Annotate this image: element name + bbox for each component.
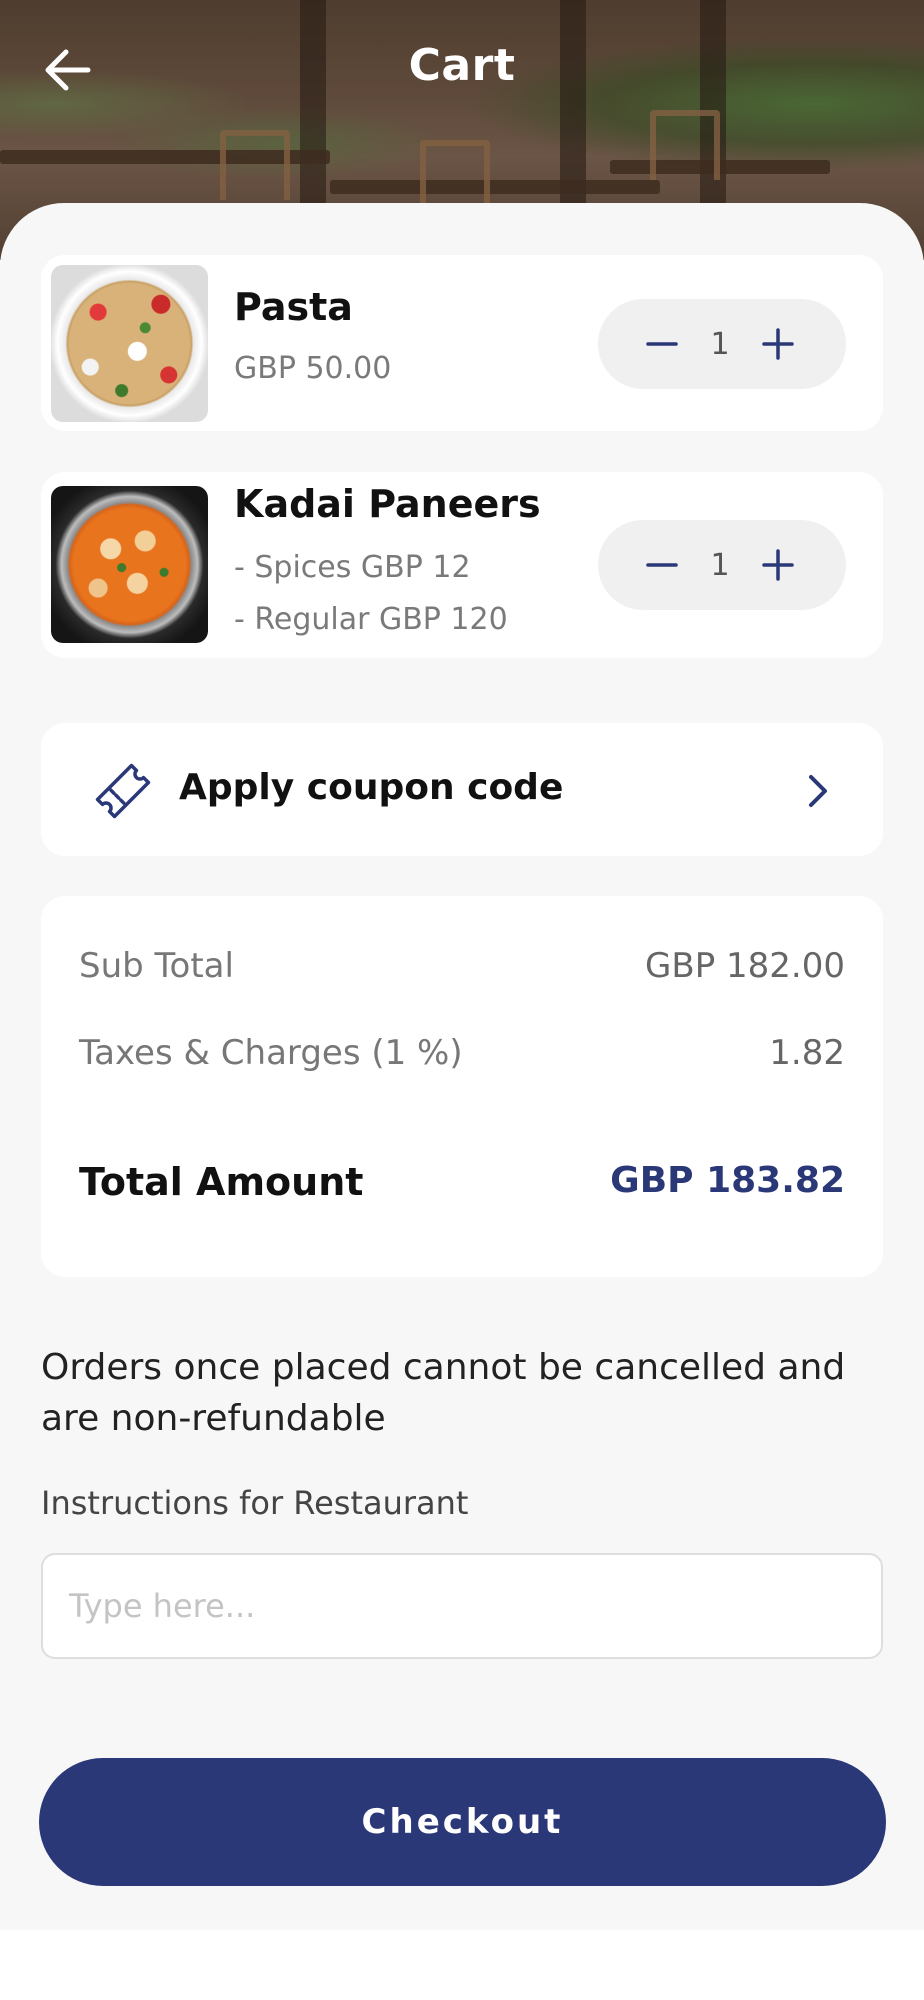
subtotal-row: Sub Total GBP 182.00 (79, 946, 845, 986)
increment-button[interactable] (758, 324, 798, 364)
apply-coupon-button[interactable]: Apply coupon code (41, 723, 883, 856)
item-price: GBP 50.00 (234, 351, 392, 386)
kadai-paneer-photo (51, 486, 208, 643)
item-option: - Regular GBP 120 (234, 602, 508, 637)
page-title: Cart (408, 40, 516, 91)
decrement-button[interactable] (642, 545, 682, 585)
quantity-stepper: 1 (598, 299, 846, 389)
instructions-input[interactable] (41, 1553, 883, 1659)
quantity-stepper: 1 (598, 520, 846, 610)
subtotal-label: Sub Total (79, 946, 234, 986)
decrement-button[interactable] (642, 324, 682, 364)
taxes-value: 1.82 (769, 1033, 845, 1073)
taxes-label: Taxes & Charges (1 %) (79, 1033, 463, 1073)
subtotal-value: GBP 182.00 (645, 946, 845, 986)
plus-icon (762, 328, 794, 360)
taxes-row: Taxes & Charges (1 %) 1.82 (79, 1033, 845, 1073)
refund-notice: Orders once placed cannot be cancelled a… (41, 1347, 846, 1439)
coupon-ticket-icon (95, 763, 151, 819)
quantity-value: 1 (710, 547, 730, 583)
minus-icon (646, 563, 678, 567)
increment-button[interactable] (758, 545, 798, 585)
pasta-photo (51, 265, 208, 422)
checkout-button[interactable]: Checkout (39, 1758, 886, 1886)
item-name: Kadai Paneers (234, 482, 541, 526)
order-summary-card: Sub Total GBP 182.00 Taxes & Charges (1 … (41, 896, 883, 1277)
plus-icon (762, 549, 794, 581)
instructions-label: Instructions for Restaurant (41, 1484, 469, 1522)
item-option: - Spices GBP 12 (234, 550, 471, 585)
total-label: Total Amount (79, 1160, 364, 1204)
item-name: Pasta (234, 285, 353, 329)
chevron-right-icon (809, 775, 827, 807)
quantity-value: 1 (710, 326, 730, 362)
minus-icon (646, 342, 678, 346)
cart-sheet: Pasta GBP 50.00 1 Kadai Paneers - Spices… (0, 203, 924, 1930)
coupon-label: Apply coupon code (179, 767, 564, 808)
total-value: GBP 183.82 (610, 1160, 845, 1201)
cart-item-kadai-paneers: Kadai Paneers - Spices GBP 12 - Regular … (41, 472, 883, 658)
cart-item-pasta: Pasta GBP 50.00 1 (41, 255, 883, 431)
total-row: Total Amount GBP 183.82 (79, 1160, 845, 1204)
